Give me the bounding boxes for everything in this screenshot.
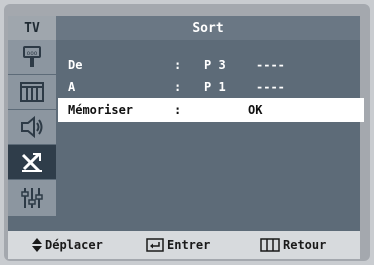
- svg-text:ooo: ooo: [27, 50, 38, 57]
- menu-row-to[interactable]: A : P 1 ----: [58, 76, 364, 98]
- footer-back: Retour: [260, 238, 326, 252]
- speaker-icon: [21, 115, 43, 139]
- sidebar-item-channel[interactable]: [8, 145, 56, 180]
- screen-icon: [20, 82, 44, 102]
- satellite-dish-icon: [21, 152, 42, 173]
- menu-header: TV Sort: [8, 16, 360, 40]
- row-label: A: [68, 80, 76, 94]
- source-label: TV: [8, 16, 56, 40]
- menu-body: De : P 3 ---- A : P 1 ---- Mémoriser : O…: [58, 44, 364, 214]
- row-colon: :: [174, 80, 182, 94]
- row-dashes: ----: [256, 80, 285, 94]
- antenna-icon: ooo: [23, 46, 41, 67]
- page-title: Sort: [56, 16, 360, 40]
- row-label: De: [68, 58, 83, 72]
- sidebar-item-picture[interactable]: [8, 75, 56, 110]
- row-value: P 3: [204, 58, 226, 72]
- footer-move-label: Déplacer: [45, 238, 103, 252]
- row-colon: :: [174, 103, 182, 117]
- equalizer-icon: [21, 188, 43, 208]
- return-icon: [260, 238, 280, 252]
- row-dashes: ----: [256, 58, 285, 72]
- row-value: P 1: [204, 80, 226, 94]
- footer-back-label: Retour: [283, 238, 327, 252]
- menu-row-from[interactable]: De : P 3 ----: [58, 54, 364, 76]
- category-sidebar: ooo: [8, 40, 56, 216]
- row-value: OK: [248, 103, 263, 117]
- row-label: Mémoriser: [68, 103, 134, 117]
- sidebar-item-setup[interactable]: [8, 180, 56, 216]
- menu-row-store[interactable]: Mémoriser : OK: [58, 98, 364, 122]
- row-colon: :: [174, 58, 182, 72]
- footer-enter: Entrer: [146, 238, 210, 252]
- up-down-arrows-icon: [32, 238, 42, 252]
- footer-enter-label: Entrer: [167, 238, 211, 252]
- enter-icon: [146, 238, 164, 252]
- footer-move: Déplacer: [32, 238, 103, 252]
- sidebar-item-sound[interactable]: [8, 110, 56, 145]
- footer-bar: Déplacer Entrer Retour: [8, 231, 360, 259]
- sidebar-item-antenna[interactable]: ooo: [8, 40, 56, 75]
